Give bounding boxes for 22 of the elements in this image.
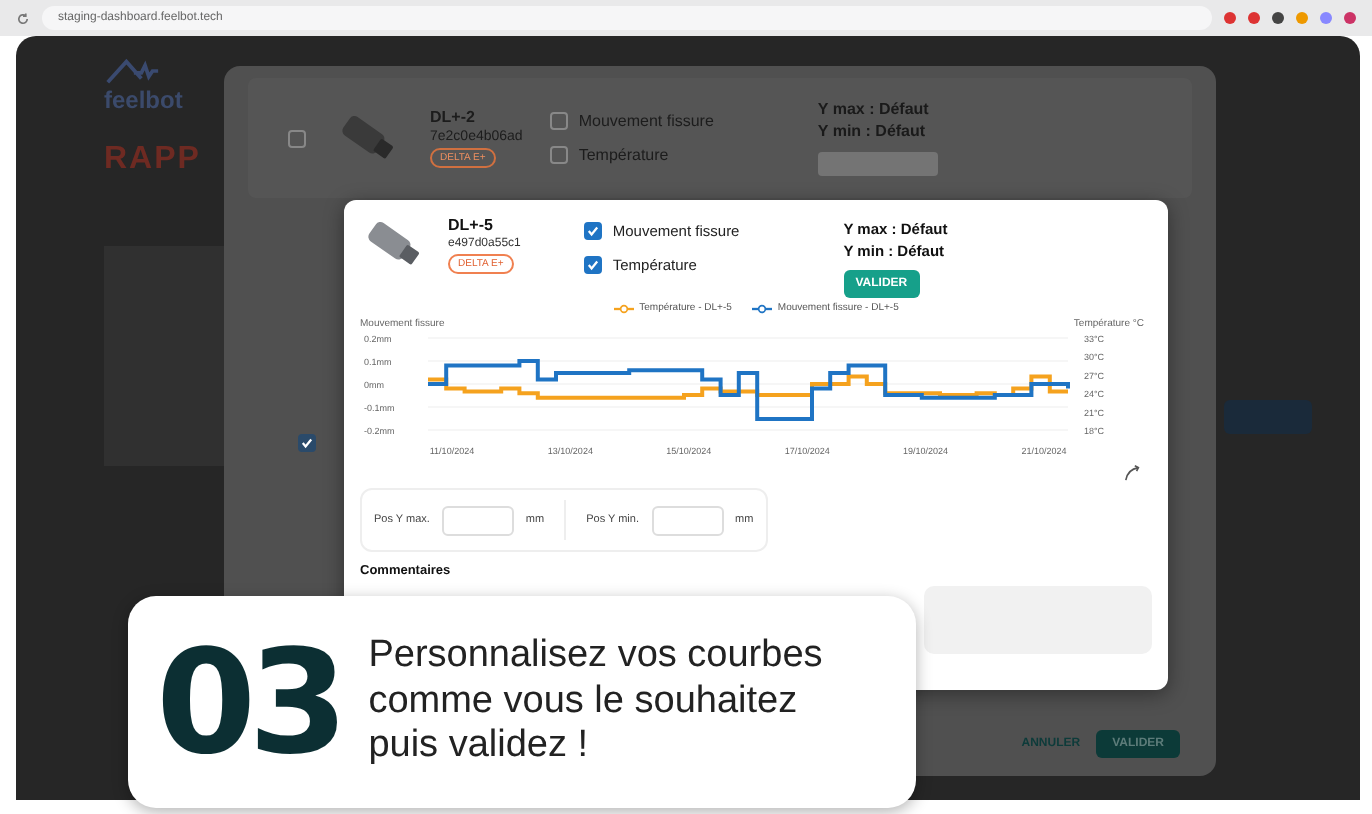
page-heading: RAPP xyxy=(104,142,201,178)
option-label: Température xyxy=(578,146,669,164)
callout-text: Personnalisez vos courbes comme vous le souhaitez puis validez ! xyxy=(368,633,825,771)
checkbox[interactable] xyxy=(584,256,603,274)
sensor-name: DL+-5 xyxy=(448,216,495,234)
checkbox[interactable] xyxy=(298,434,316,452)
input-field[interactable] xyxy=(441,505,514,535)
comments-field[interactable] xyxy=(924,586,1152,654)
reload-icon[interactable] xyxy=(16,11,30,25)
checkbox[interactable] xyxy=(550,112,569,130)
step-number: 03 xyxy=(156,630,341,774)
y-min-text: Y min : Défaut xyxy=(817,122,928,140)
option-label: Mouvement fissure xyxy=(578,112,714,130)
y-max-text: Y max : Défaut xyxy=(817,100,931,118)
logo-icon xyxy=(104,56,160,86)
sensor-name: DL+-2 xyxy=(430,108,477,126)
logo-text: feelbot xyxy=(104,86,183,114)
input-field[interactable] xyxy=(651,505,723,535)
checkbox[interactable] xyxy=(288,129,306,147)
checkbox[interactable] xyxy=(550,146,569,164)
curved-arrow-icon[interactable] xyxy=(1124,464,1142,482)
checkbox[interactable] xyxy=(584,222,603,240)
